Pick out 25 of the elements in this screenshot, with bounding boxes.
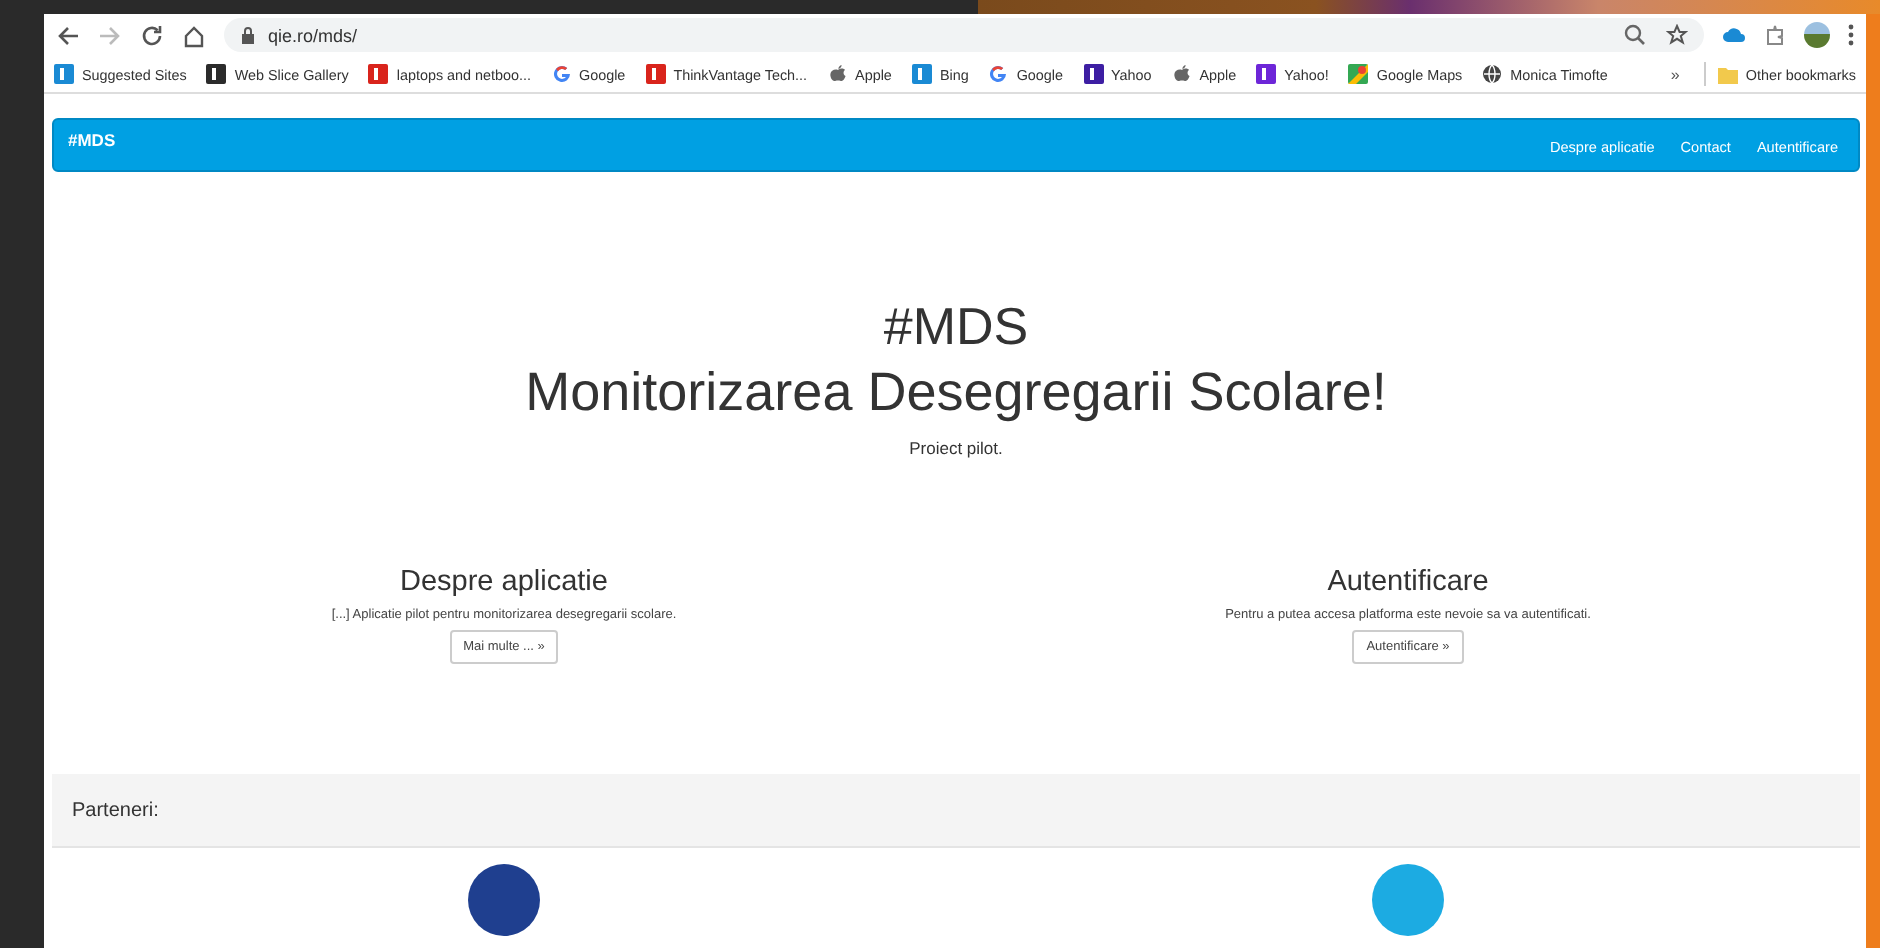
avatar-icon[interactable] <box>1804 22 1830 48</box>
menu-icon[interactable] <box>1848 24 1854 46</box>
apple-icon <box>827 64 848 84</box>
back-icon[interactable] <box>56 23 80 47</box>
g-logo-icon <box>551 64 571 84</box>
hero-subtitle: Monitorizarea Desegregarii Scolare! <box>525 360 1387 424</box>
hero-lead: Proiect pilot. <box>909 438 1003 458</box>
star-icon[interactable] <box>1666 24 1688 46</box>
map-icon <box>1348 64 1369 84</box>
zoom-icon[interactable] <box>1624 24 1646 46</box>
address-bar[interactable]: qie.ro/mds/ <box>224 18 1704 52</box>
extension-icon[interactable] <box>1764 24 1786 46</box>
bookmarks-overflow-button[interactable]: » <box>1658 65 1692 83</box>
reload-icon[interactable] <box>140 23 164 47</box>
home-icon[interactable] <box>182 23 206 47</box>
section-heading: Despre aplicatie <box>400 566 608 598</box>
g-logo-icon <box>988 64 1009 84</box>
cloud-icon[interactable] <box>1722 26 1746 44</box>
partners-heading: Parteneri: <box>72 799 159 821</box>
hero-title: #MDS <box>883 296 1029 356</box>
lock-icon <box>240 26 256 44</box>
section-heading: Autentificare <box>1327 566 1489 598</box>
folder-icon <box>1717 64 1738 84</box>
globe-icon <box>1482 64 1503 84</box>
apple-icon <box>1171 64 1192 84</box>
